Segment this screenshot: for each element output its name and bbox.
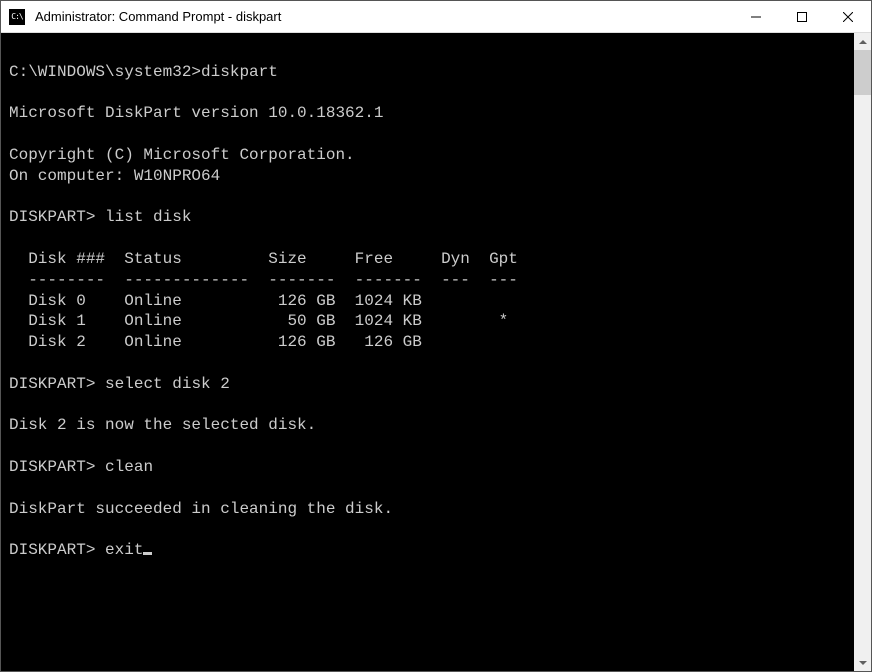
scroll-thumb[interactable] [854,50,871,95]
copyright-line: Copyright (C) Microsoft Corporation. [9,146,355,164]
cursor [143,552,152,555]
cmd-diskpart: diskpart [201,63,278,81]
chevron-up-icon [859,40,867,44]
titlebar[interactable]: C:\ Administrator: Command Prompt - disk… [1,1,871,33]
scroll-up-button[interactable] [854,33,871,50]
space [95,208,105,226]
diskpart-prompt: DISKPART> [9,541,95,559]
cmd-window: C:\ Administrator: Command Prompt - disk… [0,0,872,672]
space [95,541,105,559]
cmd-icon: C:\ [9,9,25,25]
chevron-down-icon [859,661,867,665]
maximize-icon [797,12,807,22]
table-row: Disk 1 Online 50 GB 1024 KB * [9,312,537,330]
window-controls [733,1,871,32]
space [95,458,105,476]
table-row: Disk 2 Online 126 GB 126 GB [9,333,537,351]
terminal-area: C:\WINDOWS\system32>diskpart Microsoft D… [1,33,871,671]
maximize-button[interactable] [779,1,825,32]
terminal-content[interactable]: C:\WINDOWS\system32>diskpart Microsoft D… [1,33,854,671]
select-result: Disk 2 is now the selected disk. [9,416,316,434]
table-row: Disk 0 Online 126 GB 1024 KB [9,292,537,310]
diskpart-prompt: DISKPART> [9,458,95,476]
diskpart-prompt: DISKPART> [9,375,95,393]
scroll-down-button[interactable] [854,654,871,671]
prompt-path: C:\WINDOWS\system32> [9,63,201,81]
scroll-track[interactable] [854,50,871,654]
table-separator: -------- ------------- ------- ------- -… [9,271,518,289]
cmd-list-disk: list disk [105,208,191,226]
cmd-icon-text: C:\ [11,12,22,21]
computer-line: On computer: W10NPRO64 [9,167,220,185]
minimize-button[interactable] [733,1,779,32]
close-button[interactable] [825,1,871,32]
window-title: Administrator: Command Prompt - diskpart [33,9,733,24]
table-header: Disk ### Status Size Free Dyn Gpt [9,250,518,268]
cmd-exit: exit [105,541,143,559]
space [95,375,105,393]
diskpart-prompt: DISKPART> [9,208,95,226]
version-line: Microsoft DiskPart version 10.0.18362.1 [9,104,383,122]
close-icon [843,12,853,22]
cmd-clean: clean [105,458,153,476]
clean-result: DiskPart succeeded in cleaning the disk. [9,500,393,518]
cmd-select-disk: select disk 2 [105,375,230,393]
minimize-icon [751,12,761,22]
vertical-scrollbar[interactable] [854,33,871,671]
